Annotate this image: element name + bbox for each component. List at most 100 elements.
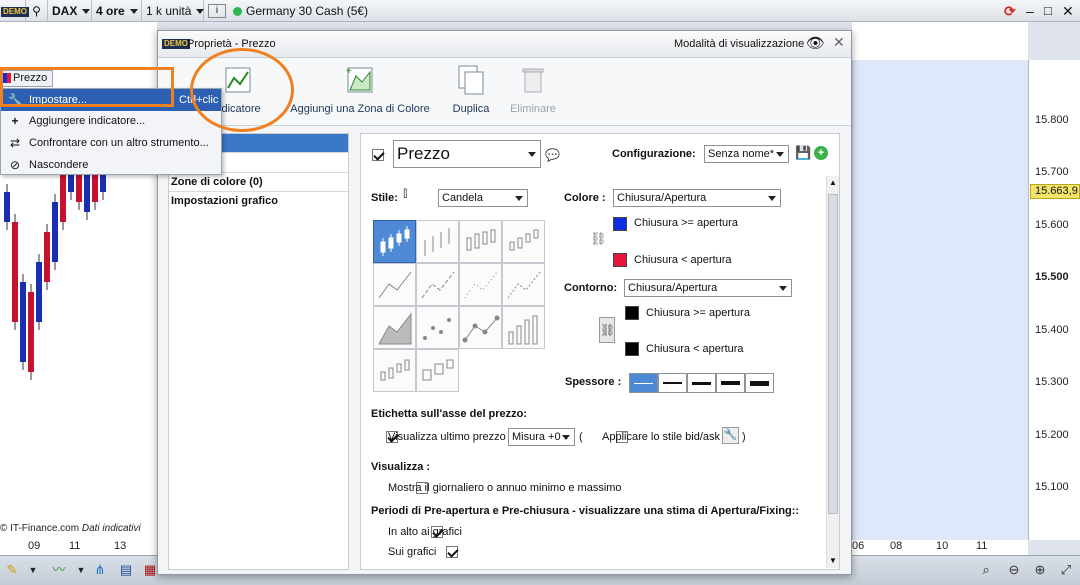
thickness-4-button[interactable] bbox=[716, 373, 745, 393]
zoom-in-icon[interactable]: ⊕ bbox=[1030, 560, 1050, 580]
x-tick-label: 11 bbox=[976, 540, 988, 552]
share-icon[interactable]: ⋔ bbox=[90, 560, 110, 580]
indicator-chart-icon[interactable]: 〰 bbox=[46, 560, 72, 580]
context-menu: 🔧 Impostare... Ctrl+clic + Aggiungere indic… bbox=[0, 88, 222, 175]
on-charts-checkbox[interactable] bbox=[446, 546, 459, 559]
candle-style-icon: ⫾ bbox=[403, 184, 408, 200]
color-up-label: Chiusura >= apertura bbox=[634, 217, 738, 229]
outline-down-swatch[interactable] bbox=[625, 342, 639, 356]
measure-select[interactable]: Misura +0 bbox=[508, 428, 575, 446]
delete-label: Eliminare bbox=[510, 103, 556, 115]
thickness-3-button[interactable] bbox=[687, 373, 716, 393]
thickness-1-button[interactable] bbox=[629, 373, 658, 393]
price-axis-heading: Etichetta sull'asse del prezzo: bbox=[371, 408, 528, 420]
chart-label-tag[interactable]: Prezzo bbox=[0, 70, 53, 87]
close-dialog-icon[interactable]: ✕ bbox=[833, 34, 845, 51]
chart-right-area[interactable] bbox=[852, 60, 1028, 540]
add-config-icon[interactable]: + bbox=[814, 146, 828, 160]
wrench-icon[interactable]: 🔧 bbox=[722, 427, 739, 444]
outline-select[interactable]: Chiusura/Apertura bbox=[624, 279, 792, 297]
candle-body bbox=[20, 282, 26, 362]
menu-item-settings[interactable]: 🔧 Impostare... Ctrl+clic bbox=[1, 89, 221, 111]
timeframe-selector[interactable]: 4 ore bbox=[92, 0, 142, 22]
pencil-icon[interactable]: ✎ bbox=[2, 560, 22, 580]
outline-up-swatch[interactable] bbox=[625, 306, 639, 320]
x-axis-left: 09 11 13 bbox=[0, 540, 157, 555]
configuration-select[interactable]: Senza nome* bbox=[704, 145, 789, 163]
name-input[interactable]: Prezzo bbox=[393, 140, 541, 168]
menu-item-compare[interactable]: ⇄ Confrontare con un altro strumento... bbox=[1, 132, 221, 154]
dialog-title: Proprietà - Prezzo bbox=[187, 38, 276, 50]
show-minmax-label: Mostra il giornaliero o annuo minimo e m… bbox=[388, 482, 622, 494]
thickness-2-button[interactable] bbox=[658, 373, 687, 393]
show-price-checkbox[interactable] bbox=[372, 149, 384, 162]
svg-text:+: + bbox=[346, 66, 352, 77]
info-icon[interactable]: i bbox=[208, 4, 226, 18]
tree-item-chart-settings[interactable]: Impostazioni grafico bbox=[169, 192, 348, 211]
color-up-swatch[interactable] bbox=[613, 217, 627, 231]
scroll-down-icon[interactable]: ▼ bbox=[829, 556, 837, 565]
duplicate-button[interactable]: Duplica bbox=[446, 60, 496, 115]
color-select[interactable]: Chiusura/Apertura bbox=[613, 189, 781, 207]
style-glyphs bbox=[378, 226, 541, 381]
dialog-title-bar[interactable]: DEMO Proprietà - Prezzo Modalità di visu… bbox=[158, 31, 851, 58]
price-tick: 15.400 bbox=[1035, 324, 1069, 336]
eye-icon[interactable]: 👁 bbox=[806, 34, 825, 52]
refresh-icon[interactable]: ⟳ bbox=[1000, 0, 1022, 22]
add-indicator-icon bbox=[225, 67, 251, 93]
dropdown-arrow-icon[interactable]: ▼ bbox=[74, 560, 88, 580]
zoom-reset-icon[interactable]: ⤢ bbox=[1056, 560, 1076, 580]
comment-icon[interactable]: ▤ bbox=[116, 560, 136, 580]
dropdown-arrow-icon[interactable]: ▼ bbox=[26, 560, 40, 580]
view-mode-label[interactable]: Modalità di visualizzazione bbox=[674, 38, 804, 50]
x-tick-label: 09 bbox=[28, 540, 41, 552]
units-selector[interactable]: 1 k unità bbox=[142, 0, 205, 22]
candle-body bbox=[84, 172, 90, 212]
link-outline-icon[interactable]: ⛓ bbox=[599, 317, 615, 343]
comment-bubble-icon[interactable]: 💬 bbox=[545, 148, 560, 162]
link-chain-icon[interactable]: ⛓ bbox=[590, 231, 607, 247]
outline-up-label: Chiusura >= apertura bbox=[646, 307, 750, 319]
trash-icon bbox=[522, 68, 544, 93]
thickness-5-button[interactable] bbox=[745, 373, 774, 393]
price-tick: 15.200 bbox=[1035, 429, 1069, 441]
color-square-icon bbox=[3, 73, 11, 84]
menu-item-hide[interactable]: ⊘ Nascondere bbox=[1, 154, 221, 176]
style-label: Stile: bbox=[371, 192, 398, 204]
scroll-up-icon[interactable]: ▲ bbox=[829, 178, 837, 187]
style-select[interactable]: Candela bbox=[438, 189, 528, 207]
close-window-icon[interactable]: ✕ bbox=[1058, 0, 1078, 22]
price-axis[interactable]: 15.800 15.700 15.663,9 15.600 15.500 15.… bbox=[1028, 60, 1080, 540]
pin-icon[interactable]: ⚲ bbox=[26, 0, 48, 22]
color-down-swatch[interactable] bbox=[613, 253, 627, 267]
top-toolbar: DEMO ⚲ DAX 4 ore 1 k unità i Germany 30 … bbox=[0, 0, 1080, 22]
scrollbar[interactable]: ▲ ▼ bbox=[826, 176, 839, 568]
chart-right-top bbox=[852, 22, 1028, 60]
bid-ask-label: Applicare lo stile bid/ask bbox=[602, 431, 721, 443]
maximize-icon[interactable]: □ bbox=[1040, 0, 1058, 22]
price-tick: 15.500 bbox=[1035, 271, 1069, 283]
settings-tree: Zone di colore (0) Impostazioni grafico bbox=[168, 133, 349, 570]
candle-body bbox=[12, 222, 18, 322]
show-last-price-label: Visualizza ultimo prezzo bbox=[388, 431, 506, 443]
outline-down-label: Chiusura < apertura bbox=[646, 343, 744, 355]
candle-body bbox=[52, 202, 58, 262]
save-icon[interactable]: 💾 bbox=[795, 145, 811, 161]
add-color-zone-button[interactable]: + Aggiungi una Zona di Colore bbox=[290, 60, 430, 115]
instrument-selector[interactable]: DAX bbox=[48, 0, 92, 22]
scroll-thumb[interactable] bbox=[828, 194, 838, 514]
zoom-area-icon[interactable]: ⌕ bbox=[976, 560, 996, 580]
properties-dialog: DEMO Proprietà - Prezzo Modalità di visu… bbox=[157, 30, 852, 575]
color-down-label: Chiusura < apertura bbox=[634, 254, 732, 266]
shortcut-label: Ctrl+clic bbox=[179, 94, 219, 106]
compare-icon: ⇄ bbox=[9, 136, 21, 150]
outline-label: Contorno: bbox=[564, 282, 618, 294]
x-tick-label: 08 bbox=[890, 540, 903, 552]
duplicate-icon bbox=[458, 65, 484, 95]
delete-button[interactable]: Eliminare bbox=[508, 60, 558, 115]
dialog-toolbar: ndicatore + Aggiungi una Zona di Colore … bbox=[158, 58, 851, 126]
menu-item-add-indicator[interactable]: + Aggiungere indicatore... bbox=[1, 110, 221, 132]
minimize-icon[interactable]: – bbox=[1022, 0, 1040, 22]
zoom-out-icon[interactable]: ⊖ bbox=[1004, 560, 1024, 580]
on-charts-label: Sui grafici bbox=[388, 546, 437, 558]
